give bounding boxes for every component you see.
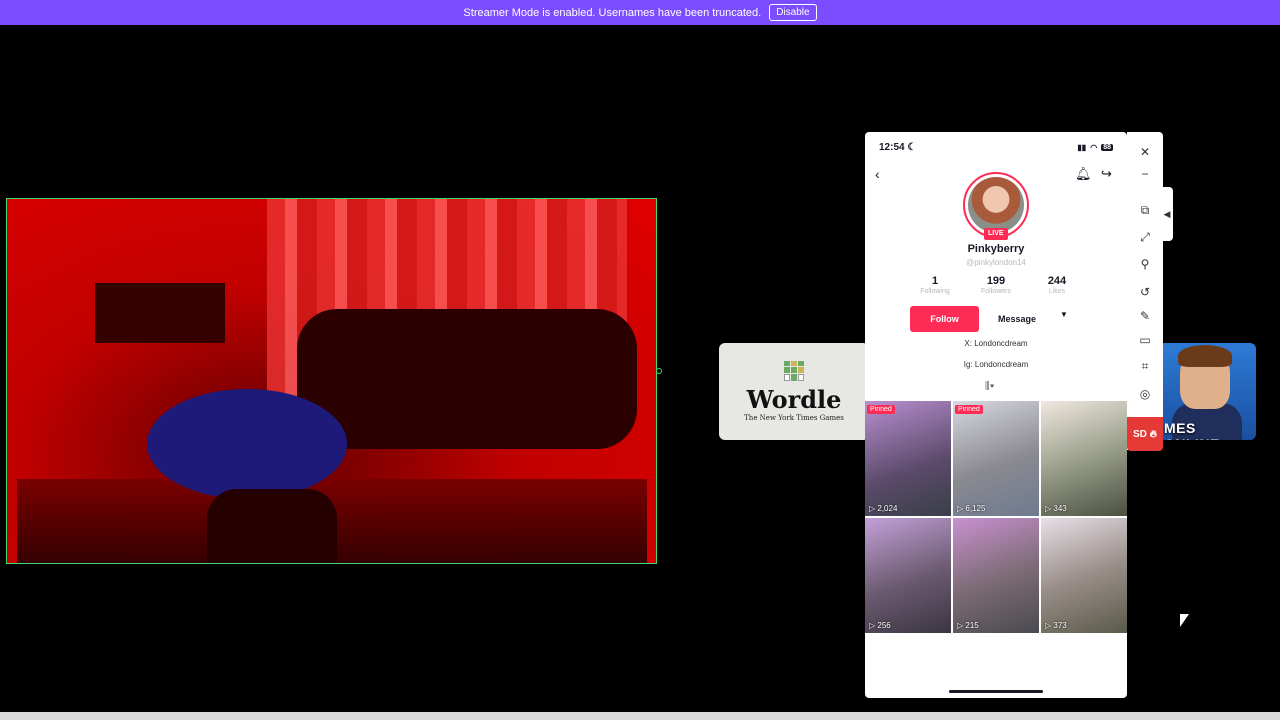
pen-icon[interactable]: ✎ — [1136, 307, 1154, 325]
wordle-logo-icon — [784, 361, 804, 381]
view-count: ▷ 256 — [869, 621, 891, 630]
bio-line-ig: Ig: Londoncdream — [963, 360, 1029, 369]
mirror-toolbar: ✕ − ⧉ ⤢ ⚲ ↺ ✎ ▭ ⌗ ◎ — [1127, 132, 1163, 450]
avatar-image — [968, 177, 1024, 233]
video-tile[interactable]: ▷ 256 — [865, 518, 951, 633]
share-icon[interactable]: ↪ — [1101, 166, 1112, 182]
stat-value: 1 — [931, 275, 939, 287]
video-tile[interactable]: Pinned ▷ 6,125 — [953, 401, 1039, 516]
dropdown-arrow-icon[interactable]: ▼ — [1060, 310, 1068, 319]
stat-label: Followers — [981, 288, 1011, 295]
person-face — [207, 489, 337, 563]
live-badge: LIVE — [984, 228, 1008, 240]
character-hair — [1178, 345, 1232, 367]
game-card-label: MES ONLINE — [1164, 420, 1219, 440]
signal-icon: ▮▮ — [1077, 142, 1087, 152]
view-count: ▷ 6,125 — [957, 504, 986, 513]
blanket — [297, 309, 637, 449]
collapse-arrow-icon[interactable]: ◀ — [1161, 187, 1173, 241]
screen-icon[interactable]: ⧉ — [1136, 201, 1154, 219]
rotate-icon[interactable]: ↺ — [1136, 283, 1154, 301]
pin-icon[interactable]: ⚲ — [1136, 255, 1154, 273]
video-grid: Pinned ▷ 2,024 Pinned ▷ 6,125 ▷ 343 ▷ 25… — [865, 401, 1127, 633]
webcam-feed[interactable] — [6, 198, 657, 564]
display-name: Pinkyberry — [967, 243, 1025, 255]
view-count: ▷ 373 — [1045, 621, 1067, 630]
person-cap — [147, 389, 347, 499]
game-card[interactable]: MES ONLINE — [1158, 343, 1256, 440]
stat-following[interactable]: 1 Following — [905, 275, 965, 295]
minimize-icon[interactable]: − — [1136, 165, 1154, 183]
video-tile[interactable]: ▷ 215 — [953, 518, 1039, 633]
bed-headboard — [95, 283, 225, 343]
stat-followers[interactable]: 199 Followers — [966, 275, 1026, 295]
profile-stats: 1 Following 199 Followers 244 Likes — [905, 275, 1087, 295]
wordle-title: Wordle — [746, 385, 842, 414]
view-count: ▷ 343 — [1045, 504, 1067, 513]
streamer-mode-banner: Streamer Mode is enabled. Usernames have… — [0, 0, 1280, 25]
pinned-badge: Pinned — [867, 405, 895, 414]
video-tile[interactable]: ▷ 343 — [1041, 401, 1127, 516]
stat-value: 244 — [1047, 275, 1067, 287]
status-time: 12:54 ☾ — [879, 141, 917, 153]
status-bar: 12:54 ☾ ▮▮ ◠ 88 — [865, 132, 1127, 162]
mouse-cursor — [1180, 614, 1189, 627]
split-icon[interactable]: ▭ — [1136, 331, 1154, 349]
username: @pinkylondon14 — [966, 258, 1026, 267]
message-button[interactable]: Message — [983, 306, 1051, 332]
stat-label: Likes — [1048, 288, 1066, 295]
moon-icon: ☾ — [907, 141, 917, 153]
pinned-badge: Pinned — [955, 405, 983, 414]
phone-screen: 12:54 ☾ ▮▮ ◠ 88 ‹ 🔔︎ ↪ LIVE Pinkyberry @… — [865, 132, 1127, 698]
resize-handle[interactable] — [656, 368, 662, 374]
wifi-icon: ◠ — [1090, 142, 1098, 152]
disable-button[interactable]: Disable — [769, 4, 817, 21]
stat-label: Following — [920, 288, 950, 295]
screen: { "banner": { "message": "Streamer Mode … — [0, 0, 1280, 720]
video-tile[interactable]: Pinned ▷ 2,024 — [865, 401, 951, 516]
bio-line-x: X: Londoncdream — [964, 339, 1028, 348]
close-icon[interactable]: ✕ — [1136, 143, 1154, 161]
status-indicators: ▮▮ ◠ 88 — [1077, 143, 1113, 152]
home-indicator[interactable] — [949, 690, 1043, 693]
filter-icon[interactable]: ⫼▾ — [985, 381, 994, 392]
view-count: ▷ 215 — [957, 621, 979, 630]
video-tile[interactable]: ▷ 373 — [1041, 518, 1127, 633]
view-count: ▷ 2,024 — [869, 504, 898, 513]
stat-value: 199 — [986, 275, 1006, 287]
bell-icon[interactable]: 🔔︎ — [1075, 166, 1092, 182]
stat-likes: 244 Likes — [1027, 275, 1087, 295]
taskbar — [0, 712, 1280, 720]
battery-icon: 88 — [1101, 143, 1113, 151]
banner-message: Streamer Mode is enabled. Usernames have… — [463, 6, 762, 19]
wordle-subtitle: The New York Times Games — [744, 414, 844, 422]
back-icon[interactable]: ‹ — [875, 166, 880, 182]
fullscreen-icon[interactable]: ⤢ — [1136, 228, 1154, 246]
follow-button[interactable]: Follow — [910, 306, 979, 332]
wordle-card[interactable]: Wordle The New York Times Games — [719, 343, 869, 440]
target-icon[interactable]: ◎ — [1136, 385, 1154, 403]
sd-quality-button[interactable]: SD 🔥︎ — [1127, 417, 1163, 451]
crop-icon[interactable]: ⌗ — [1136, 357, 1154, 375]
